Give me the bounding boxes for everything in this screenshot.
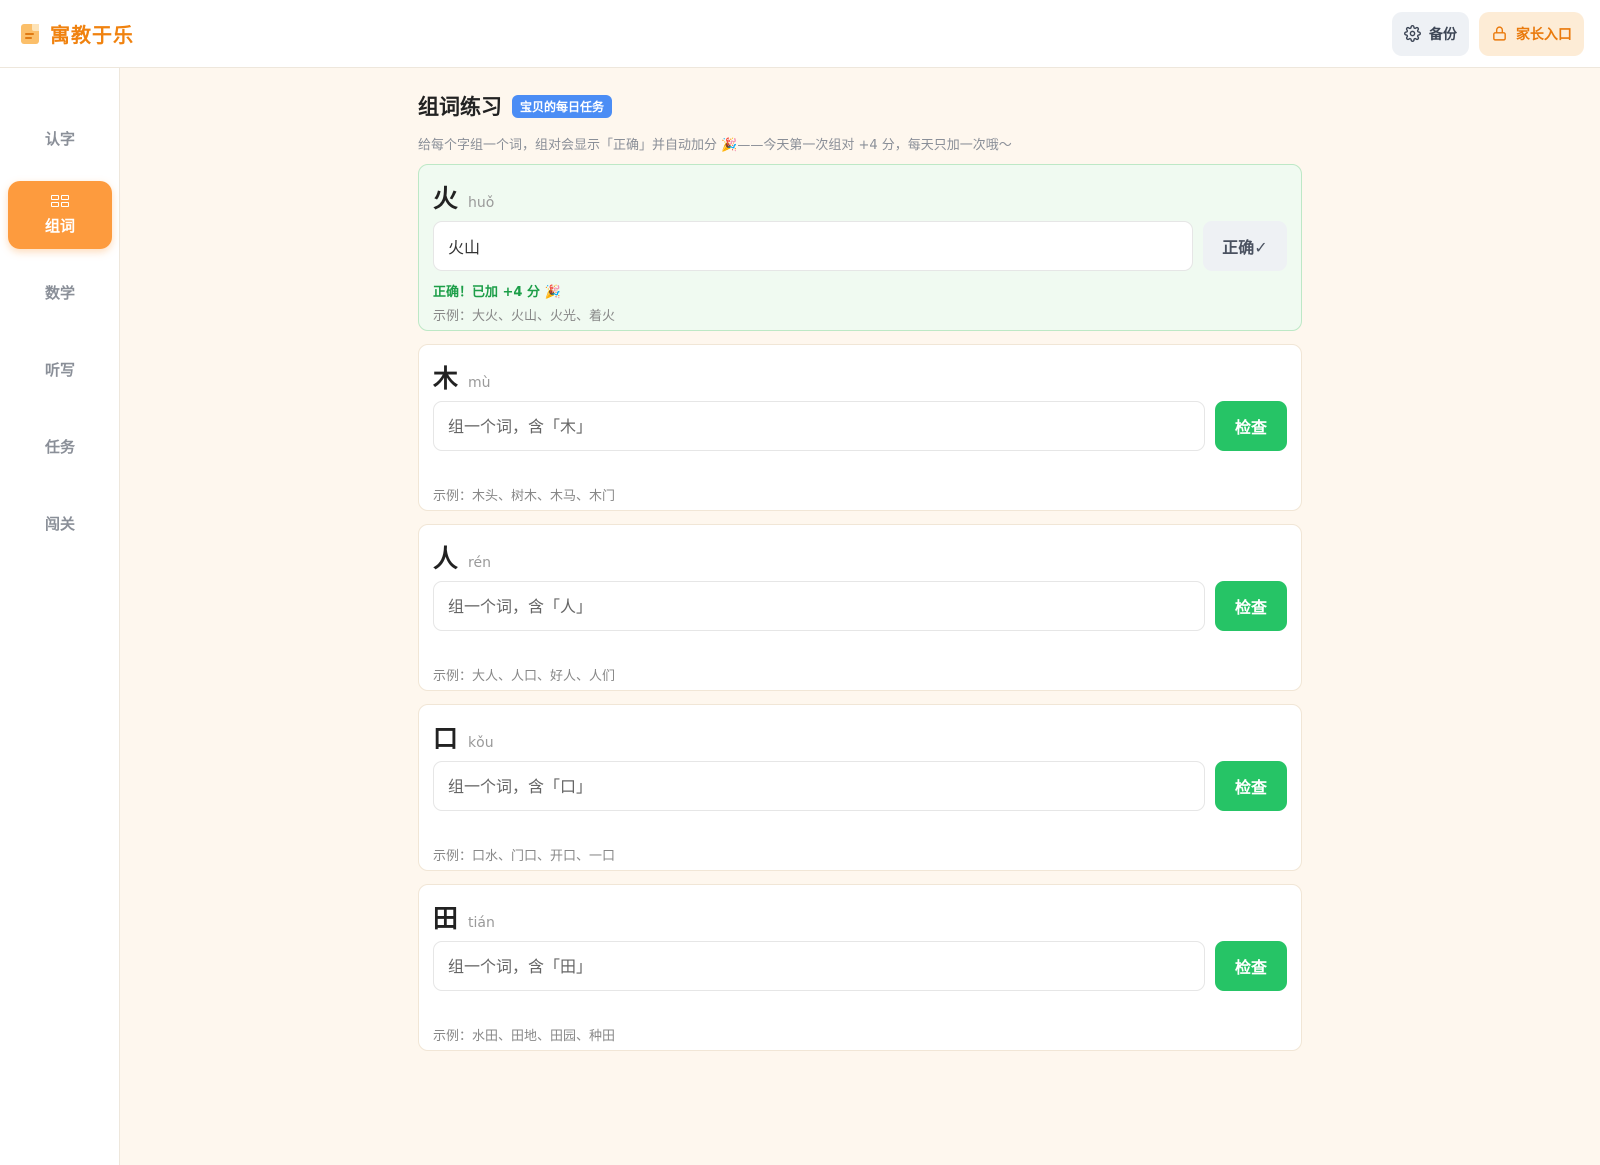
gear-icon bbox=[1404, 25, 1421, 42]
sidebar-item-math[interactable]: 数学 bbox=[8, 258, 112, 326]
top-actions: 备份 家长入口 bbox=[1392, 11, 1584, 56]
backup-label: 备份 bbox=[1429, 26, 1457, 43]
parent-entry-label: 家长入口 bbox=[1516, 26, 1572, 43]
word-input[interactable] bbox=[433, 581, 1205, 631]
pinyin: mù bbox=[468, 375, 491, 391]
input-row: 检查 bbox=[433, 941, 1287, 991]
character: 木 bbox=[433, 364, 459, 393]
sidebar-item-recognize[interactable]: 认字 bbox=[8, 104, 112, 172]
char-row: 火 huǒ bbox=[433, 179, 1287, 213]
word-card: 田 tián 检查 示例：水田、田地、田园、种田 bbox=[418, 884, 1302, 1051]
sidebar-item-words[interactable]: 组词 bbox=[8, 181, 112, 249]
check-button[interactable]: 检查 bbox=[1215, 581, 1287, 631]
input-row: 正确✓ bbox=[433, 221, 1287, 271]
sidebar-item-label: 认字 bbox=[44, 129, 75, 148]
backup-button[interactable]: 备份 bbox=[1392, 11, 1469, 56]
character: 火 bbox=[433, 184, 459, 213]
char-row: 人 rén bbox=[433, 539, 1287, 573]
word-card-list: 火 huǒ 正确✓ 正确！已加 +4 分 🎉 示例：大火、火山、火光、着火 木 … bbox=[418, 164, 1302, 1051]
pinyin: rén bbox=[468, 555, 491, 571]
sidebar-item-label: 听写 bbox=[44, 360, 75, 379]
char-row: 木 mù bbox=[433, 359, 1287, 393]
app-title: 寓教于乐 bbox=[50, 23, 134, 47]
brand[interactable]: 寓教于乐 bbox=[20, 19, 134, 48]
check-button[interactable]: 检查 bbox=[1215, 761, 1287, 811]
char-row: 口 kǒu bbox=[433, 719, 1287, 753]
word-card: 火 huǒ 正确✓ 正确！已加 +4 分 🎉 示例：大火、火山、火光、着火 bbox=[418, 164, 1302, 331]
sidebar-item-label: 组词 bbox=[44, 216, 75, 235]
input-row: 检查 bbox=[433, 761, 1287, 811]
check-button[interactable]: 检查 bbox=[1215, 401, 1287, 451]
word-card: 口 kǒu 检查 示例：口水、门口、开口、一口 bbox=[418, 704, 1302, 871]
grid-icon bbox=[51, 194, 69, 207]
main-content: 组词练习 宝贝的每日任务 给每个字组一个词，组对会显示「正确」并自动加分 🎉——… bbox=[418, 92, 1302, 1064]
word-input[interactable] bbox=[433, 761, 1205, 811]
example-words: 示例：大人、人口、好人、人们 bbox=[433, 669, 616, 684]
sidebar-item-dictation[interactable]: 听写 bbox=[8, 335, 112, 403]
top-bar: 寓教于乐 备份 家长入口 bbox=[0, 0, 1600, 68]
sidebar-item-label: 任务 bbox=[44, 437, 75, 456]
character: 口 bbox=[433, 724, 459, 753]
sidebar: 认字 组词 数学 听写 任务 闯关 bbox=[0, 68, 120, 1165]
title-row: 组词练习 宝贝的每日任务 bbox=[418, 92, 1302, 120]
character: 人 bbox=[433, 544, 459, 573]
pinyin: huǒ bbox=[468, 195, 495, 211]
example-words: 示例：大火、火山、火光、着火 bbox=[433, 309, 616, 324]
example-words: 示例：口水、门口、开口、一口 bbox=[433, 849, 616, 864]
parent-entry-button[interactable]: 家长入口 bbox=[1479, 11, 1584, 56]
feedback-message: 正确！已加 +4 分 🎉 bbox=[433, 285, 561, 300]
page-subtitle: 给每个字组一个词，组对会显示「正确」并自动加分 🎉——今天第一次组对 +4 分，… bbox=[418, 138, 1012, 153]
pinyin: kǒu bbox=[468, 735, 494, 751]
sidebar-item-label: 数学 bbox=[44, 283, 75, 302]
word-card: 人 rén 检查 示例：大人、人口、好人、人们 bbox=[418, 524, 1302, 691]
sidebar-item-tasks[interactable]: 任务 bbox=[8, 412, 112, 480]
sidebar-item-levels[interactable]: 闯关 bbox=[8, 489, 112, 557]
character: 田 bbox=[433, 904, 459, 933]
sidebar-item-label: 闯关 bbox=[44, 514, 75, 533]
word-card: 木 mù 检查 示例：木头、树木、木马、木门 bbox=[418, 344, 1302, 511]
word-input[interactable] bbox=[433, 221, 1193, 271]
example-words: 示例：木头、树木、木马、木门 bbox=[433, 489, 616, 504]
correct-button[interactable]: 正确✓ bbox=[1203, 221, 1287, 271]
input-row: 检查 bbox=[433, 401, 1287, 451]
pinyin: tián bbox=[468, 915, 495, 931]
input-row: 检查 bbox=[433, 581, 1287, 631]
daily-task-badge: 宝贝的每日任务 bbox=[512, 94, 613, 118]
word-input[interactable] bbox=[433, 941, 1205, 991]
word-input[interactable] bbox=[433, 401, 1205, 451]
char-row: 田 tián bbox=[433, 899, 1287, 933]
lock-icon bbox=[1493, 26, 1506, 41]
document-icon bbox=[20, 23, 40, 45]
check-button[interactable]: 检查 bbox=[1215, 941, 1287, 991]
page-title: 组词练习 bbox=[418, 95, 502, 119]
example-words: 示例：水田、田地、田园、种田 bbox=[433, 1029, 616, 1044]
